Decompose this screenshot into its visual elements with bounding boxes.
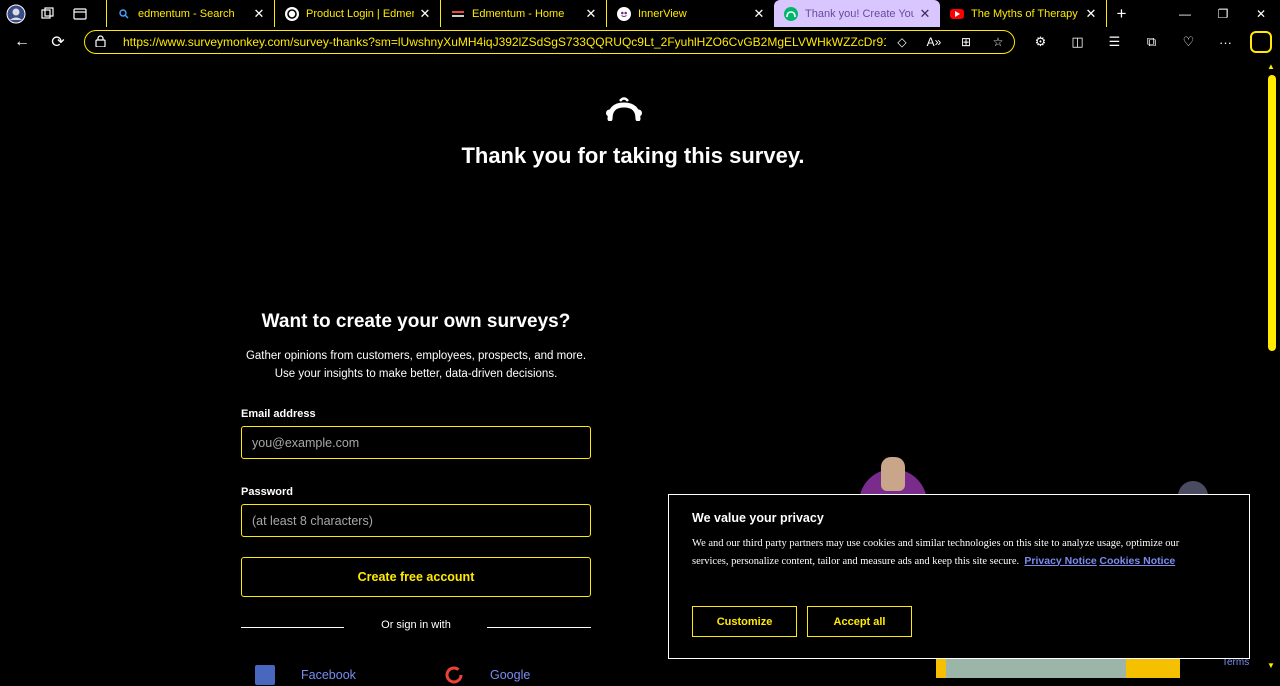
- tab-edmentum-home[interactable]: Edmentum - Home ✕: [440, 0, 606, 27]
- divider: [487, 627, 591, 628]
- scroll-thumb[interactable]: [1268, 75, 1276, 351]
- close-tab-icon[interactable]: ✕: [1084, 6, 1098, 22]
- close-tab-icon[interactable]: ✕: [752, 6, 766, 22]
- edmentum-home-icon: [451, 7, 465, 21]
- tab-title: Edmentum - Home: [472, 7, 565, 20]
- address-toolbar: ← ⟳ https://www.surveymonkey.com/survey-…: [0, 27, 1280, 57]
- lock-icon[interactable]: [95, 34, 111, 50]
- divider: [241, 627, 344, 628]
- edmentum-icon: [285, 6, 299, 21]
- google-sign-in[interactable]: Google: [444, 665, 530, 685]
- close-tab-icon[interactable]: ✕: [584, 6, 598, 22]
- cookie-title: We value your privacy: [692, 511, 824, 525]
- close-tab-icon[interactable]: ✕: [418, 6, 432, 22]
- tab-title: Product Login | Edmentum: [306, 7, 414, 20]
- innerview-icon: [617, 6, 631, 21]
- promo-description: Gather opinions from customers, employee…: [236, 347, 596, 383]
- copilot-icon[interactable]: [1250, 31, 1272, 53]
- facebook-sign-in[interactable]: Facebook: [255, 665, 356, 685]
- scroll-up-icon[interactable]: ▲: [1267, 62, 1275, 71]
- tab-surveymonkey-thanks[interactable]: Thank you! Create Your Own Online Survey…: [774, 0, 940, 27]
- tab-title: edmentum - Search: [138, 7, 235, 20]
- customize-button[interactable]: Customize: [692, 606, 797, 637]
- page-scrollbar[interactable]: ▲ ▼: [1264, 57, 1280, 686]
- cookie-banner: We value your privacy We and our third p…: [668, 494, 1250, 659]
- workspaces-icon[interactable]: [32, 0, 64, 27]
- or-sign-in-text: Or sign in with: [381, 619, 451, 631]
- page-content: Thank you for taking this survey. Want t…: [0, 57, 1264, 686]
- search-icon: [117, 7, 131, 21]
- promo-image: [936, 658, 1180, 678]
- cookies-notice-link[interactable]: Cookies Notice: [1099, 555, 1175, 567]
- close-tab-icon[interactable]: ✕: [918, 6, 932, 22]
- testimonial-avatar: [859, 455, 927, 495]
- address-bar[interactable]: https://www.surveymonkey.com/survey-than…: [84, 30, 1015, 54]
- new-tab-button[interactable]: +: [1106, 0, 1136, 27]
- password-field[interactable]: [241, 504, 591, 537]
- restore-icon[interactable]: ❐: [1204, 0, 1242, 27]
- thank-you-heading: Thank you for taking this survey.: [461, 143, 805, 168]
- surveymonkey-icon: [784, 6, 798, 21]
- collections-icon[interactable]: ⧉: [1133, 34, 1170, 50]
- close-window-icon[interactable]: ✕: [1242, 0, 1280, 27]
- tab-title: Thank you! Create Your Own Online Survey…: [805, 7, 914, 20]
- profile-avatar-icon[interactable]: [0, 0, 32, 27]
- favorites-icon[interactable]: ☰: [1096, 34, 1133, 50]
- facebook-label: Facebook: [301, 668, 356, 682]
- tab-product-login[interactable]: Product Login | Edmentum ✕: [274, 0, 440, 27]
- favorite-star-icon[interactable]: ☆: [982, 35, 1014, 49]
- tab-innerview[interactable]: InnerView ✕: [606, 0, 774, 27]
- testimonial-avatar: [1178, 481, 1208, 495]
- extensions-icon[interactable]: ⚙: [1022, 34, 1059, 50]
- back-arrow-icon[interactable]: ←: [4, 27, 40, 57]
- tab-strip: edmentum - Search ✕ Product Login | Edme…: [0, 0, 1280, 27]
- privacy-notice-link[interactable]: Privacy Notice: [1024, 555, 1096, 567]
- more-menu-icon[interactable]: ···: [1207, 35, 1244, 50]
- create-account-button[interactable]: Create free account: [241, 557, 591, 597]
- password-label: Password: [241, 486, 293, 498]
- email-field[interactable]: [241, 426, 591, 459]
- tab-edmentum-search[interactable]: edmentum - Search ✕: [106, 0, 274, 27]
- coupon-tag-icon[interactable]: ◇: [886, 35, 918, 49]
- window-controls: — ❐ ✕: [1166, 0, 1280, 27]
- tab-title: InnerView: [638, 7, 687, 20]
- browser-essentials-icon[interactable]: ♡: [1170, 34, 1207, 50]
- email-label: Email address: [241, 408, 316, 420]
- promo-line: Gather opinions from customers, employee…: [245, 350, 587, 362]
- url-text[interactable]: https://www.surveymonkey.com/survey-than…: [123, 35, 886, 49]
- facebook-icon: [255, 665, 275, 685]
- scroll-down-icon[interactable]: ▼: [1267, 661, 1275, 670]
- promo-heading: Want to create your own surveys?: [261, 311, 571, 332]
- promo-line: Use your insights to make better, data-d…: [274, 368, 558, 380]
- tab-title: The Myths of Therapy with Dr...: [971, 7, 1080, 20]
- tab-actions-icon[interactable]: [64, 0, 96, 27]
- google-icon: [444, 665, 464, 685]
- refresh-icon[interactable]: ⟳: [40, 27, 76, 57]
- accept-all-button[interactable]: Accept all: [807, 606, 912, 637]
- minimize-icon[interactable]: —: [1166, 0, 1204, 27]
- split-screen-icon[interactable]: ◫: [1059, 34, 1096, 50]
- cookie-text: We and our third party partners may use …: [692, 536, 1212, 570]
- surveymonkey-logo-icon: [606, 97, 642, 121]
- tab-youtube-myths[interactable]: The Myths of Therapy with Dr... ✕: [940, 0, 1106, 27]
- youtube-icon: [950, 8, 964, 19]
- browser-tools: ⚙ ◫ ☰ ⧉ ♡ ···: [1022, 27, 1244, 57]
- read-aloud-icon[interactable]: A»: [918, 35, 950, 49]
- google-label: Google: [490, 668, 531, 682]
- close-tab-icon[interactable]: ✕: [252, 6, 266, 22]
- app-available-icon[interactable]: ⊞: [950, 35, 982, 49]
